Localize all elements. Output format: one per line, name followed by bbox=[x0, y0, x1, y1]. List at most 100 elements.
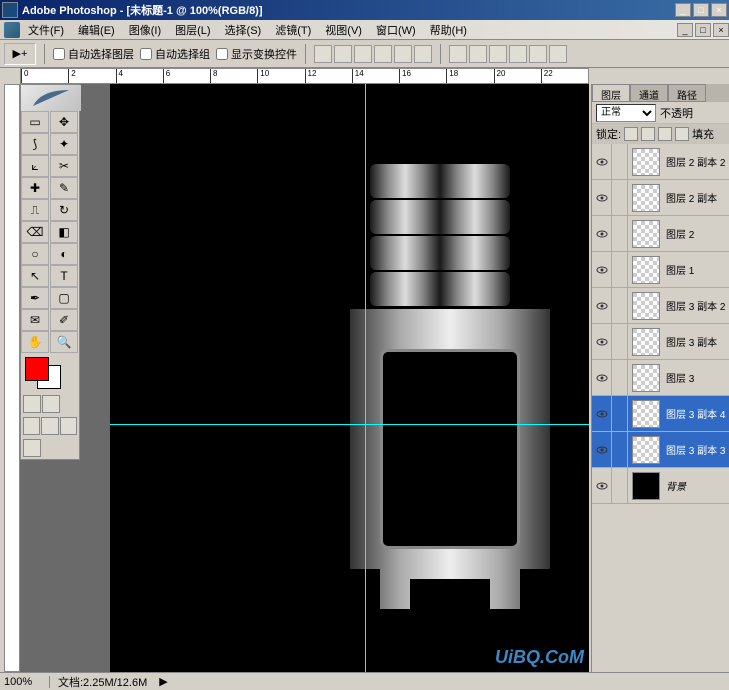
layer-link[interactable] bbox=[612, 360, 628, 396]
layer-item[interactable]: 图层 1 bbox=[592, 252, 729, 288]
eyedropper-tool[interactable]: ✐ bbox=[50, 309, 78, 331]
layer-name[interactable]: 图层 3 副本 3 bbox=[664, 442, 729, 457]
show-transform-check[interactable]: 显示变换控件 bbox=[216, 46, 297, 62]
distribute-right-button[interactable] bbox=[549, 45, 567, 63]
distribute-left-button[interactable] bbox=[509, 45, 527, 63]
crop-tool[interactable]: ⟀ bbox=[21, 155, 49, 177]
lasso-tool[interactable]: ⟆ bbox=[21, 133, 49, 155]
layer-name[interactable]: 图层 3 副本 2 bbox=[664, 298, 729, 313]
layer-link[interactable] bbox=[612, 252, 628, 288]
visibility-toggle[interactable] bbox=[592, 432, 612, 468]
screen-full-menu-button[interactable] bbox=[41, 417, 58, 435]
layer-item[interactable]: 图层 3 副本 4 bbox=[592, 396, 729, 432]
layer-item[interactable]: 图层 3 副本 bbox=[592, 324, 729, 360]
menu-window[interactable]: 窗口(W) bbox=[370, 20, 422, 40]
lock-transparency-button[interactable] bbox=[624, 127, 638, 141]
wand-tool[interactable]: ✦ bbox=[50, 133, 78, 155]
distribute-top-button[interactable] bbox=[449, 45, 467, 63]
layer-item[interactable]: 图层 2 副本 bbox=[592, 180, 729, 216]
layer-thumbnail[interactable] bbox=[632, 148, 660, 176]
visibility-toggle[interactable] bbox=[592, 396, 612, 432]
layer-link[interactable] bbox=[612, 216, 628, 252]
dodge-tool[interactable]: ◐ bbox=[50, 243, 78, 265]
document-info[interactable]: 文档:2.25M/12.6M bbox=[50, 674, 155, 690]
visibility-toggle[interactable] bbox=[592, 468, 612, 504]
lock-all-button[interactable] bbox=[675, 127, 689, 141]
blur-tool[interactable]: ○ bbox=[21, 243, 49, 265]
layer-item[interactable]: 图层 2 副本 2 bbox=[592, 144, 729, 180]
menu-view[interactable]: 视图(V) bbox=[319, 20, 368, 40]
jump-to-button[interactable] bbox=[23, 439, 41, 457]
close-button[interactable]: × bbox=[711, 3, 727, 17]
align-left-button[interactable] bbox=[374, 45, 392, 63]
tab-channels[interactable]: 通道 bbox=[630, 84, 668, 102]
align-hcenter-button[interactable] bbox=[394, 45, 412, 63]
slice-tool[interactable]: ✂ bbox=[50, 155, 78, 177]
eraser-tool[interactable]: ⌫ bbox=[21, 221, 49, 243]
layer-link[interactable] bbox=[612, 180, 628, 216]
menu-image[interactable]: 图像(I) bbox=[123, 20, 167, 40]
layer-thumbnail[interactable] bbox=[632, 436, 660, 464]
distribute-vcenter-button[interactable] bbox=[469, 45, 487, 63]
stamp-tool[interactable]: ⎍ bbox=[21, 199, 49, 221]
layer-item[interactable]: 图层 2 bbox=[592, 216, 729, 252]
auto-select-layer-check[interactable]: 自动选择图层 bbox=[53, 46, 134, 62]
minimize-button[interactable]: _ bbox=[675, 3, 691, 17]
menu-layer[interactable]: 图层(L) bbox=[169, 20, 216, 40]
visibility-toggle[interactable] bbox=[592, 180, 612, 216]
hand-tool[interactable]: ✋ bbox=[21, 331, 49, 353]
menu-help[interactable]: 帮助(H) bbox=[424, 20, 473, 40]
layer-name[interactable]: 背景 bbox=[664, 478, 729, 493]
auto-select-group-check[interactable]: 自动选择组 bbox=[140, 46, 210, 62]
marquee-tool[interactable]: ▭ bbox=[21, 111, 49, 133]
layer-item[interactable]: 图层 3 bbox=[592, 360, 729, 396]
menu-file[interactable]: 文件(F) bbox=[22, 20, 70, 40]
vertical-ruler[interactable] bbox=[4, 84, 20, 672]
doc-minimize-button[interactable]: _ bbox=[677, 23, 693, 37]
align-top-button[interactable] bbox=[314, 45, 332, 63]
layer-thumbnail[interactable] bbox=[632, 328, 660, 356]
tab-paths[interactable]: 路径 bbox=[668, 84, 706, 102]
guide-vertical[interactable] bbox=[365, 84, 366, 672]
lock-position-button[interactable] bbox=[658, 127, 672, 141]
visibility-toggle[interactable] bbox=[592, 216, 612, 252]
layer-item[interactable]: 背景 bbox=[592, 468, 729, 504]
history-brush-tool[interactable]: ↻ bbox=[50, 199, 78, 221]
visibility-toggle[interactable] bbox=[592, 144, 612, 180]
layer-name[interactable]: 图层 2 bbox=[664, 226, 729, 241]
layer-link[interactable] bbox=[612, 324, 628, 360]
canvas-area[interactable]: ▭ ✥ ⟆ ✦ ⟀ ✂ ✚ ✎ ⎍ ↻ ⌫ ◧ ○ ◐ ↖ T ✒ ▢ ✉ ✐ … bbox=[20, 84, 589, 672]
layer-thumbnail[interactable] bbox=[632, 472, 660, 500]
guide-horizontal[interactable] bbox=[110, 424, 589, 425]
gradient-tool[interactable]: ◧ bbox=[50, 221, 78, 243]
layer-link[interactable] bbox=[612, 144, 628, 180]
align-vcenter-button[interactable] bbox=[334, 45, 352, 63]
distribute-hcenter-button[interactable] bbox=[529, 45, 547, 63]
type-tool[interactable]: T bbox=[50, 265, 78, 287]
standard-mode-button[interactable] bbox=[23, 395, 41, 413]
canvas[interactable] bbox=[110, 84, 589, 672]
layer-link[interactable] bbox=[612, 396, 628, 432]
layer-name[interactable]: 图层 1 bbox=[664, 262, 729, 277]
tool-preset-picker[interactable]: ▶+ bbox=[4, 43, 36, 65]
visibility-toggle[interactable] bbox=[592, 360, 612, 396]
layer-thumbnail[interactable] bbox=[632, 364, 660, 392]
layer-thumbnail[interactable] bbox=[632, 256, 660, 284]
doc-maximize-button[interactable]: □ bbox=[695, 23, 711, 37]
foreground-color[interactable] bbox=[25, 357, 49, 381]
tab-layers[interactable]: 图层 bbox=[592, 84, 630, 102]
align-right-button[interactable] bbox=[414, 45, 432, 63]
layer-name[interactable]: 图层 3 副本 4 bbox=[664, 406, 729, 421]
layer-link[interactable] bbox=[612, 432, 628, 468]
layer-thumbnail[interactable] bbox=[632, 400, 660, 428]
layer-item[interactable]: 图层 3 副本 3 bbox=[592, 432, 729, 468]
layer-thumbnail[interactable] bbox=[632, 184, 660, 212]
layer-name[interactable]: 图层 3 bbox=[664, 370, 729, 385]
layer-name[interactable]: 图层 2 副本 2 bbox=[664, 154, 729, 169]
align-bottom-button[interactable] bbox=[354, 45, 372, 63]
distribute-bottom-button[interactable] bbox=[489, 45, 507, 63]
brush-tool[interactable]: ✎ bbox=[50, 177, 78, 199]
menu-select[interactable]: 选择(S) bbox=[219, 20, 268, 40]
layer-name[interactable]: 图层 2 副本 bbox=[664, 190, 729, 205]
visibility-toggle[interactable] bbox=[592, 288, 612, 324]
